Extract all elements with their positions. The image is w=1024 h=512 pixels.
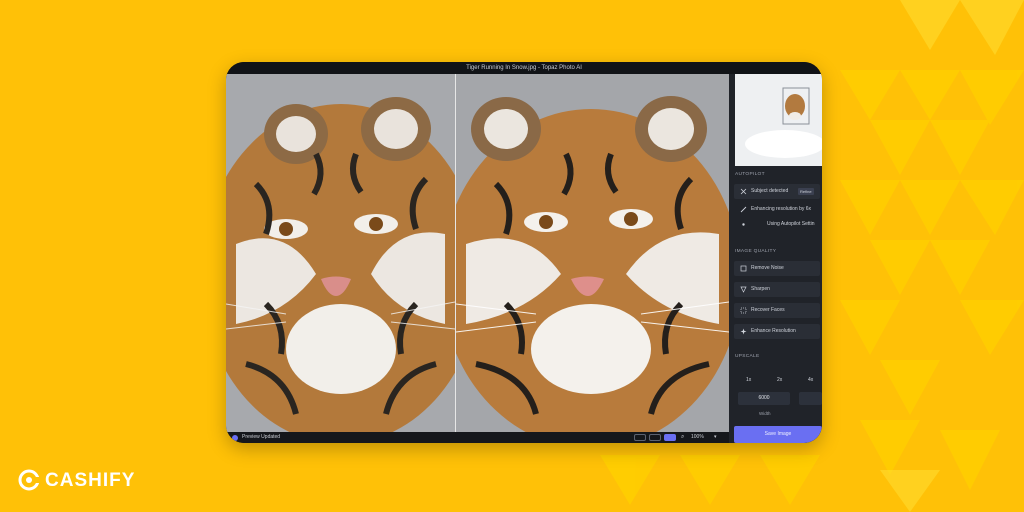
- app-window: Tiger Running In Snow.jpg - Topaz Photo …: [226, 62, 822, 443]
- recover-faces-label: Recover Faces: [751, 307, 785, 313]
- tiger-image-enhanced: [456, 74, 729, 432]
- zoom-level[interactable]: 100%: [691, 432, 704, 443]
- face-icon: [740, 307, 747, 314]
- cashify-logo-icon: [18, 469, 40, 491]
- enhanced-image-pane[interactable]: [456, 74, 729, 432]
- autopilot-section-label: AUTOPILOT: [735, 172, 765, 177]
- refine-button[interactable]: Refine: [798, 188, 814, 195]
- enhance-resolution-row[interactable]: Enhance Resolution: [734, 324, 820, 339]
- original-image-pane[interactable]: [226, 74, 455, 432]
- autopilot-settings-row: Using Autopilot Settin: [734, 217, 820, 232]
- remove-noise-label: Remove Noise: [751, 265, 784, 271]
- subject-detected-row[interactable]: Subject detected Refine: [734, 184, 820, 199]
- width-input[interactable]: 6000: [738, 392, 790, 405]
- single-view-button[interactable]: [634, 434, 646, 441]
- tiger-image-original: [226, 74, 455, 432]
- status-indicator-icon: [232, 435, 238, 441]
- brand-name: CASHIFY: [45, 470, 136, 491]
- height-input[interactable]: [799, 392, 822, 405]
- recover-faces-row[interactable]: Recover Faces: [734, 303, 820, 318]
- side-by-side-view-button[interactable]: [664, 434, 676, 441]
- image-quality-section-label: IMAGE QUALITY: [735, 249, 777, 254]
- subject-detected-label: Subject detected: [751, 188, 789, 194]
- upscale-4x-option[interactable]: 4x: [808, 377, 813, 383]
- window-title: Tiger Running In Snow.jpg - Topaz Photo …: [226, 62, 822, 74]
- split-view-button[interactable]: [649, 434, 661, 441]
- status-text: Preview Updated: [242, 434, 281, 440]
- upscale-1x-option[interactable]: 1x: [746, 377, 751, 383]
- chevron-down-icon[interactable]: ▾: [714, 432, 717, 443]
- wand-icon: [740, 206, 747, 213]
- thumbnail-image: [735, 74, 822, 166]
- status-bar: Preview Updated ⌕ 100% ▾: [226, 432, 729, 443]
- width-label: Width: [759, 411, 771, 416]
- bullet-icon: [742, 223, 745, 226]
- noise-icon: [740, 265, 747, 272]
- upscale-2x-option[interactable]: 2x: [777, 377, 782, 383]
- upscale-section-label: UPSCALE: [735, 354, 760, 359]
- remove-noise-row[interactable]: Remove Noise: [734, 261, 820, 276]
- enhancing-resolution-row: Enhancing resolution by 6x: [734, 202, 820, 217]
- enhancing-resolution-label: Enhancing resolution by 6x: [751, 206, 812, 212]
- save-image-button[interactable]: Save Image: [734, 426, 822, 443]
- autopilot-settings-label: Using Autopilot Settin: [767, 221, 815, 227]
- subject-icon: [740, 188, 747, 195]
- image-viewer[interactable]: [226, 74, 729, 432]
- enhance-resolution-label: Enhance Resolution: [751, 328, 796, 334]
- sharpen-label: Sharpen: [751, 286, 770, 292]
- sparkle-icon: [740, 328, 747, 335]
- sharpen-icon: [740, 286, 747, 293]
- navigator-thumbnail[interactable]: [735, 74, 822, 166]
- zoom-icon[interactable]: ⌕: [681, 432, 684, 443]
- sharpen-row[interactable]: Sharpen: [734, 282, 820, 297]
- right-panel: AUTOPILOT Subject detected Refine Enhanc…: [729, 74, 822, 443]
